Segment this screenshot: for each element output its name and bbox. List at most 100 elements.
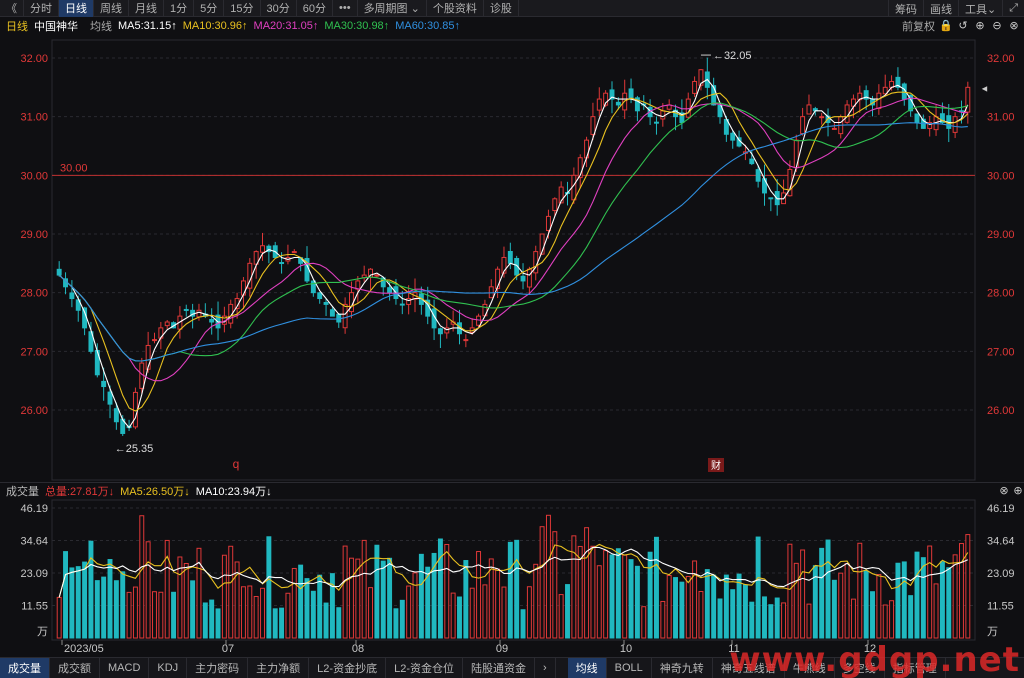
volume-bar <box>800 549 806 639</box>
tab-0[interactable]: 分时 <box>24 0 59 17</box>
current-price-arrow: ◄ <box>980 83 989 93</box>
candle-body <box>730 132 736 141</box>
price-axis-left-label: 31.00 <box>20 112 48 124</box>
volume-bar <box>374 544 380 639</box>
indicator-tab-1[interactable]: 成交额 <box>50 658 100 678</box>
candle-body <box>69 292 75 300</box>
volume-bar <box>806 603 812 639</box>
candle-body <box>590 116 596 135</box>
tab-8[interactable]: 60分 <box>297 0 333 17</box>
x-axis-label: 07 <box>222 643 234 655</box>
volume-bar <box>101 576 107 639</box>
more-arrow-icon[interactable]: › <box>535 658 556 678</box>
candle-body <box>183 308 189 311</box>
volume-bar <box>870 591 875 639</box>
indicator-tab-4[interactable]: 主力密码 <box>187 658 249 678</box>
indicator-tab-8[interactable]: 陆股通资金 <box>463 658 535 678</box>
indicator-tab-0[interactable]: 成交量 <box>0 658 50 678</box>
back-button[interactable]: 《 <box>0 0 24 17</box>
candle-body <box>914 113 920 124</box>
tool-2[interactable]: 工具⌄ <box>957 0 1002 17</box>
volume-bar <box>895 562 901 639</box>
candle-body <box>476 315 482 326</box>
volume-bar <box>584 527 590 639</box>
volume-bar <box>260 587 265 639</box>
tab-7[interactable]: 30分 <box>261 0 297 17</box>
candle-body <box>545 215 551 231</box>
volume-bar <box>406 585 412 639</box>
candle-body <box>101 380 107 388</box>
price-axis-left-label: 27.00 <box>20 346 48 358</box>
volume-bar <box>56 596 62 639</box>
volume-bar <box>723 574 729 639</box>
volume-bar <box>399 599 405 639</box>
add-icon[interactable]: ⊕ <box>1012 485 1024 497</box>
expand-icon[interactable]: ⤢ <box>1002 0 1024 17</box>
volume-bar <box>507 541 513 639</box>
volume-bar <box>279 607 285 639</box>
price-axis-left-label: 30.00 <box>20 170 48 182</box>
volume-bar <box>285 592 291 639</box>
candle-body <box>507 250 513 264</box>
close-icon[interactable]: ⊗ <box>998 485 1010 497</box>
candle-body <box>692 80 698 94</box>
x-axis-label: 08 <box>352 643 364 655</box>
overlay-tab-2[interactable]: 神奇九转 <box>652 658 713 678</box>
candle-body <box>806 104 812 115</box>
candle-body <box>406 298 412 305</box>
volume-bar <box>469 587 475 639</box>
tab-1[interactable]: 日线 <box>59 0 94 17</box>
tab-4[interactable]: 1分 <box>164 0 195 17</box>
volume-bar <box>539 526 545 639</box>
volume-bar <box>132 586 138 639</box>
price-axis-left-label: 29.00 <box>20 229 48 241</box>
volume-bar <box>768 604 774 639</box>
tool-1[interactable]: 画线 <box>922 0 958 17</box>
kline-chart[interactable]: 32.00 32.00 31.00 31.00 30.00 30.00 29.00 29.00… <box>0 17 1024 657</box>
volume-bar <box>615 548 621 639</box>
volume-bar <box>304 578 310 639</box>
volume-bar <box>679 581 685 639</box>
volume-bar <box>526 586 532 639</box>
tab-9[interactable]: ••• <box>333 0 358 17</box>
price-axis-right-label: 31.00 <box>987 112 1015 124</box>
tab-2[interactable]: 周线 <box>94 0 129 17</box>
volume-bar <box>393 608 399 639</box>
watermark: www.gdgp.net <box>729 640 1020 678</box>
volume-bar <box>889 600 895 639</box>
volume-bar <box>965 534 971 639</box>
volume-bar <box>412 572 418 639</box>
candle-body <box>387 287 393 294</box>
price-axis-right-label: 26.00 <box>987 405 1015 417</box>
overlay-tab-1[interactable]: BOLL <box>607 658 652 678</box>
indicator-tab-7[interactable]: L2-资金仓位 <box>386 658 463 678</box>
tab-10[interactable]: 多周期图 ⌄ <box>358 0 427 17</box>
candle-body <box>209 319 215 323</box>
volume-bar <box>749 601 755 639</box>
tab-6[interactable]: 15分 <box>224 0 261 17</box>
volume-bar <box>717 598 723 639</box>
tab-11[interactable]: 个股资料 <box>427 0 484 17</box>
candle-body <box>279 262 285 265</box>
candle-body <box>952 116 958 133</box>
candle-body <box>749 158 755 165</box>
tab-5[interactable]: 5分 <box>194 0 225 17</box>
volume-axis-right-label: 23.09 <box>987 568 1015 580</box>
tab-12[interactable]: 诊股 <box>484 0 519 17</box>
volume-bar <box>692 560 698 639</box>
volume-info-bar: 成交量 总量:27.81万↓ MA5:26.50万↓ MA10:23.94万↓ … <box>0 482 1024 498</box>
volume-bar <box>863 570 869 639</box>
candle-body <box>596 98 602 111</box>
overlay-tab-0[interactable]: 均线 <box>567 658 607 678</box>
volume-bar <box>107 559 113 639</box>
indicator-tab-5[interactable]: 主力净额 <box>248 658 310 678</box>
volume-bar <box>628 559 634 639</box>
indicator-tab-6[interactable]: L2-资金抄底 <box>309 658 387 678</box>
indicator-tab-2[interactable]: MACD <box>100 658 150 678</box>
tab-3[interactable]: 月线 <box>129 0 164 17</box>
tool-0[interactable]: 筹码 <box>887 0 923 17</box>
volume-bar <box>571 535 577 639</box>
indicator-tab-3[interactable]: KDJ <box>149 658 188 678</box>
volume-bar <box>685 575 691 639</box>
volume-bar <box>755 536 761 639</box>
